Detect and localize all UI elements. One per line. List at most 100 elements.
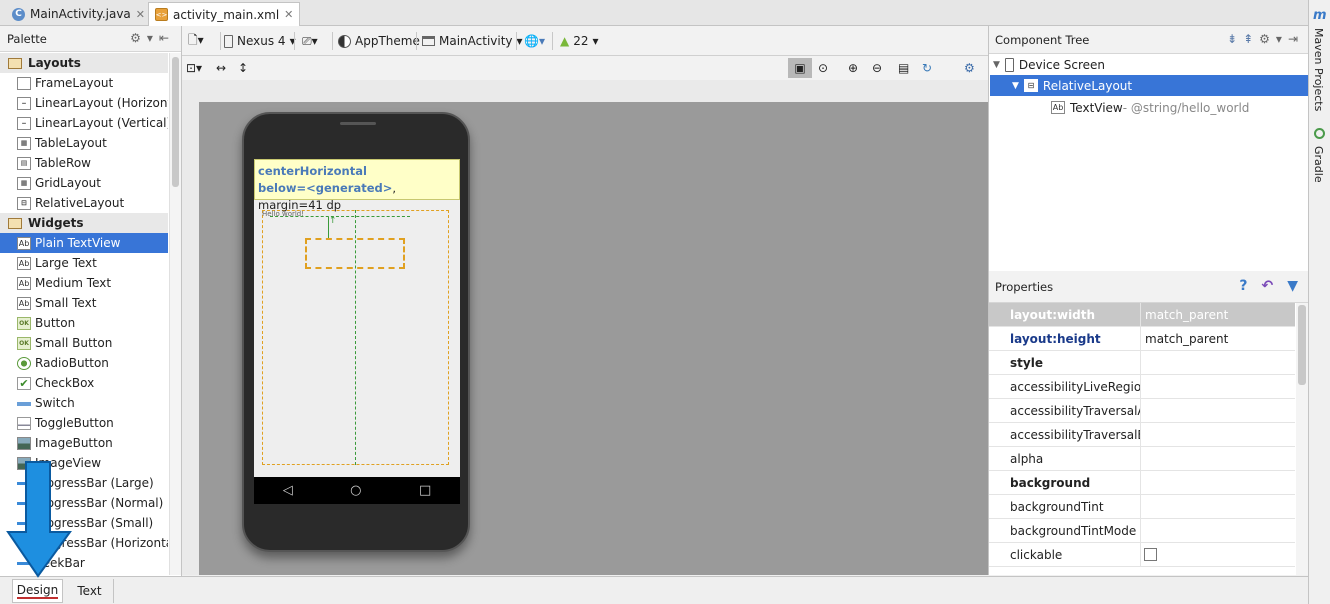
palette-category-widgets[interactable]: Widgets [0, 213, 168, 233]
activity-dropdown[interactable]: MainActivity ▾ [422, 31, 523, 51]
property-value[interactable] [1141, 447, 1145, 470]
property-value[interactable] [1141, 375, 1145, 398]
palette-item-label: RadioButton [35, 356, 109, 370]
palette-item[interactable]: ▦ GridLayout [0, 173, 168, 193]
settings-button[interactable]: ⚙ [964, 58, 975, 78]
property-value[interactable] [1141, 519, 1145, 542]
palette-item[interactable]: ⎯ LinearLayout (Vertical) [0, 113, 168, 133]
property-row[interactable]: background [989, 471, 1295, 495]
collapse-all-icon[interactable]: ⇞ [1243, 32, 1259, 46]
palette-item[interactable]: ImageButton [0, 433, 168, 453]
property-row[interactable]: layout:height match_parent [989, 327, 1295, 351]
palette-item[interactable]: ▤ TableRow [0, 153, 168, 173]
tab-design[interactable]: Design [12, 579, 63, 603]
locale-dropdown[interactable]: 🌐▾ [524, 31, 545, 51]
palette-item[interactable]: Ab Large Text [0, 253, 168, 273]
nav-bar: ◁ ○ □ [254, 477, 460, 504]
filter-icon[interactable]: ▼ [1287, 278, 1298, 294]
tree-node-textview[interactable]: Ab TextView - @string/hello_world [1051, 97, 1249, 118]
textview-drop-preview[interactable] [305, 238, 405, 269]
api-level-dropdown[interactable]: ▲ 22 ▾ [560, 31, 599, 51]
property-value[interactable] [1141, 543, 1157, 566]
palette-item[interactable]: ⊟ RelativeLayout [0, 193, 168, 213]
property-value[interactable]: match_parent [1141, 327, 1228, 350]
palette-item[interactable]: ToggleButton [0, 413, 168, 433]
property-value[interactable]: match_parent [1141, 303, 1228, 326]
fill-width-button[interactable]: ↔ [216, 58, 226, 78]
property-row[interactable]: backgroundTintMode [989, 519, 1295, 543]
property-row[interactable]: accessibilityTraversalBefore [989, 423, 1295, 447]
palette-item[interactable]: Ab Medium Text [0, 273, 168, 293]
property-name: backgroundTintMode [989, 519, 1141, 542]
property-row[interactable]: alpha [989, 447, 1295, 471]
property-value[interactable] [1141, 399, 1145, 422]
palette-item[interactable]: ▦ TableLayout [0, 133, 168, 153]
design-canvas[interactable]: ◁ ○ □ Hello world! ↑ centerHorizontal be… [182, 80, 988, 575]
property-row[interactable]: clickable [989, 543, 1295, 567]
help-icon[interactable]: ? [1239, 278, 1247, 294]
properties-title: Properties [995, 279, 1054, 294]
palette-item[interactable]: Switch [0, 393, 168, 413]
close-icon[interactable]: ✕ [136, 8, 145, 21]
new-file-dropdown[interactable]: 🗋▾ [188, 31, 204, 51]
palette-item[interactable]: OK Button [0, 313, 168, 333]
tab-text[interactable]: Text [66, 579, 114, 603]
tree-node-device-screen[interactable]: ▼ Device Screen [993, 54, 1105, 75]
textview-icon: Ab [17, 276, 31, 290]
tab-label: Text [77, 584, 102, 598]
properties-scrollbar[interactable] [1296, 303, 1308, 575]
hide-icon[interactable]: ⇤ [159, 31, 175, 45]
zoom-actual-icon: ⊙ [818, 61, 829, 75]
palette-category-layouts[interactable]: Layouts [0, 53, 168, 73]
property-row[interactable]: accessibilityTraversalAfter [989, 399, 1295, 423]
clickable-checkbox[interactable] [1144, 548, 1157, 561]
close-icon[interactable]: ✕ [284, 8, 293, 21]
scrollbar-thumb[interactable] [1298, 305, 1306, 385]
expand-arrow-icon[interactable]: ▼ [993, 60, 1000, 70]
down-arrow-annotation [6, 461, 72, 578]
palette-item[interactable]: ⎯ LinearLayout (Horizontal) [0, 93, 168, 113]
property-name: layout:width [989, 303, 1141, 326]
palette-item[interactable]: OK Small Button [0, 333, 168, 353]
gradle-tab[interactable]: Gradle [1312, 146, 1325, 183]
zoom-fit-dropdown[interactable]: ⊡▾ [186, 58, 202, 78]
property-row[interactable]: layout:width match_parent [989, 303, 1295, 327]
property-value[interactable] [1141, 471, 1145, 494]
tree-node-relativelayout[interactable]: ▼ ⊟ RelativeLayout [990, 75, 1308, 96]
property-value[interactable] [1141, 351, 1145, 374]
property-row[interactable]: accessibilityLiveRegion [989, 375, 1295, 399]
pan-tool-button[interactable]: ▣ [788, 58, 812, 78]
refresh-button[interactable]: ↻ [922, 58, 932, 78]
zoom-out-button[interactable]: ⊖ [872, 58, 882, 78]
property-value[interactable] [1141, 495, 1145, 518]
hide-icon[interactable]: ⇥ [1288, 32, 1304, 46]
tab-mainactivity-java[interactable]: C MainActivity.java ✕ [6, 2, 151, 26]
palette-item[interactable]: FrameLayout [0, 73, 168, 93]
palette-scrollbar[interactable] [169, 53, 181, 575]
gear-icon[interactable]: ⚙▾ [1259, 32, 1288, 46]
zoom-actual-button[interactable]: ⊙ [818, 58, 828, 78]
screenshot-button[interactable]: ▤ [898, 58, 909, 78]
designer-toolbar: 🗋▾ Nexus 4 ▾ ⎚▾ AppTheme MainActivity ▾ 🌐▾… [182, 26, 988, 56]
fill-height-button[interactable]: ↕ [238, 58, 248, 78]
undo-icon[interactable]: ↶ [1261, 278, 1273, 294]
expand-all-icon[interactable]: ⇟ [1227, 32, 1243, 46]
palette-item[interactable]: Ab Plain TextView [0, 233, 168, 253]
scrollbar-thumb[interactable] [172, 57, 179, 187]
orientation-dropdown[interactable]: ⎚▾ [302, 31, 318, 51]
palette-item-label: FrameLayout [35, 76, 114, 90]
maven-projects-tab[interactable]: Maven Projects [1312, 28, 1325, 111]
property-row[interactable]: backgroundTint [989, 495, 1295, 519]
property-row[interactable]: style [989, 351, 1295, 375]
tooltip-key: below=<generated> [258, 181, 393, 195]
gear-icon[interactable]: ⚙▾ [130, 31, 159, 45]
theme-dropdown[interactable]: AppTheme [338, 31, 420, 51]
palette-item[interactable]: RadioButton [0, 353, 168, 373]
zoom-in-button[interactable]: ⊕ [848, 58, 858, 78]
palette-item[interactable]: ✔ CheckBox [0, 373, 168, 393]
palette-item[interactable]: Ab Small Text [0, 293, 168, 313]
device-dropdown[interactable]: Nexus 4 ▾ [224, 31, 296, 51]
property-value[interactable] [1141, 423, 1145, 446]
expand-arrow-icon[interactable]: ▼ [1012, 81, 1019, 91]
tab-activity-main-xml[interactable]: <> activity_main.xml ✕ [148, 2, 301, 26]
